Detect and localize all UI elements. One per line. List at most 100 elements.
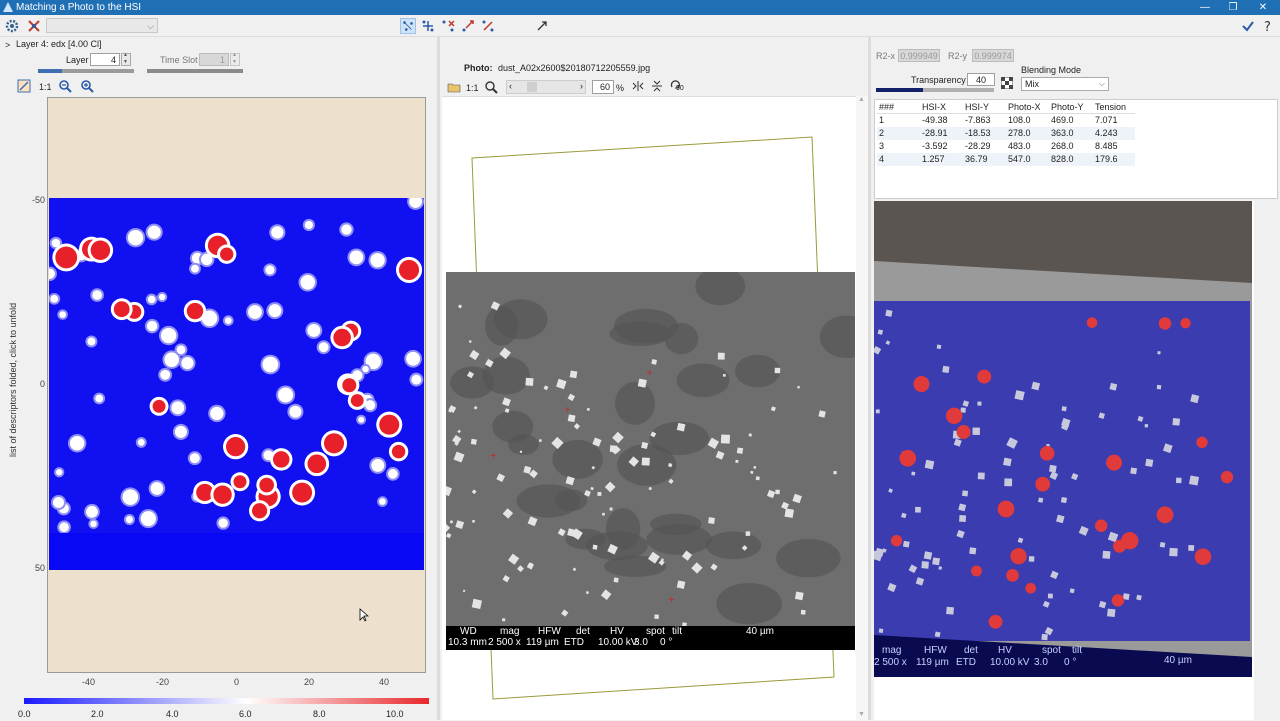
table-row[interactable]: 3 -3.592 -28.29 483.0 268.0 8.485: [877, 140, 1135, 153]
remove-points-icon[interactable]: [26, 18, 42, 34]
scroll-down-icon[interactable]: ▼: [858, 711, 865, 718]
map-hotspot: [342, 378, 357, 393]
map-spot: [304, 220, 313, 230]
match-points-table[interactable]: ### HSI-X HSI-Y Photo-X Photo-Y Tension …: [874, 99, 1278, 199]
map-spot: [379, 498, 386, 505]
blending-mode-select[interactable]: Mix ⌵: [1021, 77, 1109, 91]
transparency-input[interactable]: 40: [967, 73, 995, 86]
match-marker: +: [564, 405, 571, 414]
colorbar-tick-label: 10.0: [386, 709, 404, 719]
zoom-1to1-button[interactable]: 1:1: [39, 82, 52, 92]
close-button[interactable]: ✕: [1248, 0, 1278, 15]
table-header[interactable]: Photo-X: [1008, 101, 1041, 114]
photo-zoom-1to1-button[interactable]: 1:1: [466, 83, 479, 93]
table-row[interactable]: 1 -49.38 -7.863 108.0 469.0 7.071: [877, 114, 1135, 127]
overlay-particle: [911, 471, 916, 476]
map-spot: [210, 406, 224, 421]
zoom-in-icon[interactable]: [80, 79, 94, 93]
table-cell: -18.53: [965, 128, 991, 138]
sem-dark-region: [705, 531, 762, 560]
clear-points-icon[interactable]: [480, 18, 496, 34]
sem-particle: [715, 450, 725, 460]
flip-vertical-icon[interactable]: [651, 80, 663, 92]
rotate-angle-label: 90: [676, 85, 684, 92]
sem-particle: [446, 532, 452, 539]
match-points-mode-icon[interactable]: [400, 18, 416, 34]
map-spot: [181, 356, 194, 370]
zoom-out-icon[interactable]: [58, 79, 72, 93]
table-cell: 4.243: [1095, 128, 1118, 138]
overlay-particle: [977, 472, 985, 480]
overlay-particle: [1188, 544, 1195, 551]
delete-point-icon[interactable]: [440, 18, 456, 34]
descriptors-folded-label[interactable]: list of descriptors folded, click to unf…: [8, 303, 18, 457]
layer-select-dropdown[interactable]: ⌵: [46, 18, 158, 33]
map-hotspot: [398, 259, 420, 280]
minimize-button[interactable]: —: [1190, 0, 1220, 15]
sem-particle: [453, 451, 465, 463]
overlay-bar-header: mag: [882, 645, 902, 656]
scroll-up-icon[interactable]: ▲: [858, 96, 865, 103]
table-cell: 1.257: [922, 154, 945, 164]
sem-particle: [567, 414, 576, 423]
table-header[interactable]: HSI-Y: [965, 101, 989, 114]
sem-particle: [468, 340, 472, 343]
table-header[interactable]: Tension: [1095, 101, 1126, 114]
table-cell: 483.0: [1008, 141, 1031, 151]
sem-particle: [775, 489, 780, 495]
overlay-info-text: mag 2 500 x HFW 119 µm det ETD HV 10.00 kV spot 3…: [874, 645, 1252, 671]
sem-bar-value: 10.3 mm: [448, 637, 487, 648]
photo-canvas[interactable]: + + + + WD 10.3 mm mag 2 500 x HFW 119 µm det ETD H…: [442, 96, 856, 720]
blending-mode-label: Blending Mode: [1021, 65, 1082, 75]
sem-dark-region: [664, 322, 699, 355]
photo-zoom-slider-handle[interactable]: [527, 82, 537, 92]
move-point-icon[interactable]: [460, 18, 476, 34]
overlay-hotspot: [1196, 436, 1208, 449]
table-row[interactable]: 2 -28.91 -18.53 278.0 363.0 4.243: [877, 127, 1135, 140]
map-hotspot: [225, 437, 246, 457]
add-point-icon[interactable]: [420, 18, 436, 34]
layer-spinner[interactable]: [121, 52, 131, 66]
flip-horizontal-icon[interactable]: [632, 80, 644, 92]
table-header[interactable]: Photo-Y: [1051, 101, 1084, 114]
settings-gear-icon[interactable]: [4, 18, 20, 34]
photo-vertical-scrollbar[interactable]: ▲ ▼: [856, 96, 868, 720]
sem-dark-region: [646, 523, 712, 555]
overlay-hotspot: [1106, 454, 1123, 471]
table-header[interactable]: ###: [879, 101, 894, 114]
expand-icon[interactable]: [534, 18, 550, 34]
restore-button[interactable]: ❐: [1218, 0, 1248, 15]
map-spot: [160, 327, 177, 344]
photo-zoom-slider[interactable]: ‹ ›: [506, 80, 586, 94]
photo-zoom-input[interactable]: 60: [592, 80, 614, 94]
layer-input[interactable]: 4: [90, 53, 120, 66]
table-row[interactable]: 4 1.257 36.79 547.0 828.0 179.6: [877, 153, 1135, 166]
colorbar-tick-label: 4.0: [166, 709, 179, 719]
table-header[interactable]: HSI-X: [922, 101, 946, 114]
fit-zoom-icon[interactable]: [484, 80, 498, 94]
sem-particle: [470, 438, 477, 445]
chevron-right-icon[interactable]: ›: [580, 81, 583, 91]
expand-arrow-icon[interactable]: >: [5, 40, 10, 50]
sem-particle: [469, 349, 480, 361]
overlay-particle: [977, 401, 982, 406]
map-spot: [147, 295, 156, 304]
checkerboard-icon[interactable]: [1001, 77, 1013, 89]
confirm-check-icon[interactable]: [1240, 18, 1256, 34]
fit-view-icon[interactable]: [17, 79, 31, 93]
open-folder-icon[interactable]: [447, 81, 461, 93]
map-spot: [224, 317, 232, 324]
map-spot: [349, 250, 364, 265]
sem-scale-label: 40 µm: [746, 626, 774, 637]
help-icon[interactable]: ?: [1260, 18, 1276, 34]
overlay-hotspot: [977, 369, 992, 384]
blended-overlay-image[interactable]: [874, 201, 1252, 677]
overlay-view[interactable]: mag 2 500 x HFW 119 µm det ETD HV 10.00 kV spot 3…: [874, 201, 1254, 720]
sem-photo-image[interactable]: + + + +: [446, 272, 855, 650]
match-marker: +: [490, 451, 497, 460]
hsi-map-image[interactable]: [49, 198, 424, 570]
map-hotspot: [113, 301, 130, 318]
sem-particle: [766, 489, 776, 499]
chevron-left-icon[interactable]: ‹: [509, 81, 512, 91]
hsi-panel: > Layer 4: edx [4.00 Cl] Layer 4 Time Sl…: [0, 37, 437, 720]
